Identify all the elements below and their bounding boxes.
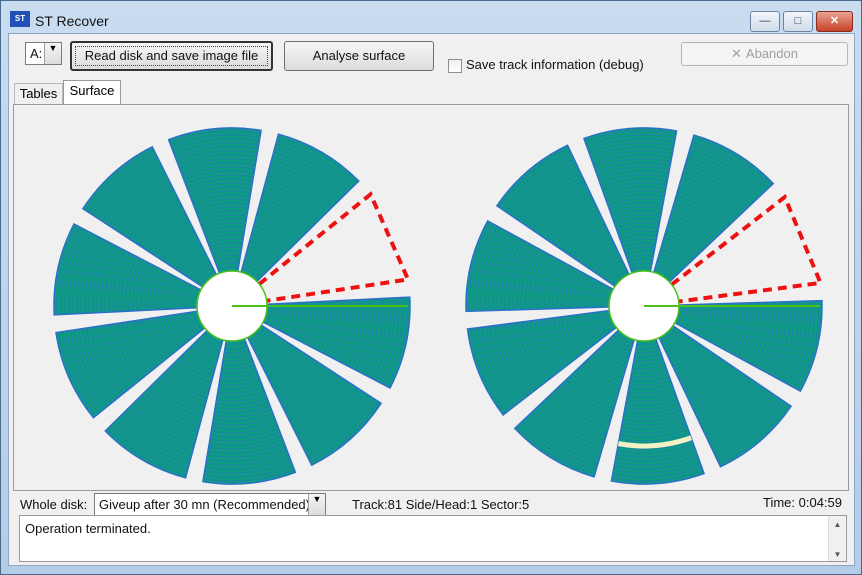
title-bar[interactable]: ST ST Recover — □ ✕ [1, 1, 861, 32]
save-track-label[interactable]: Save track information (debug) [466, 57, 644, 72]
window-title: ST Recover [35, 13, 109, 29]
app-icon: ST [10, 11, 30, 27]
track-info: Track:81 Side/Head:1 Sector:5 [352, 497, 530, 512]
chevron-down-icon[interactable]: ▼ [308, 494, 325, 515]
abandon-button-label: Abandon [745, 46, 798, 61]
analyse-surface-button[interactable]: Analyse surface [284, 41, 434, 71]
tab-surface[interactable]: Surface [63, 80, 121, 105]
app-window: ST ST Recover — □ ✕ A: ▼ Read disk and s… [0, 0, 862, 575]
read-disk-button[interactable]: Read disk and save image file [70, 41, 273, 71]
analyse-surface-button-label: Analyse surface [312, 48, 406, 63]
chevron-down-icon[interactable]: ▼ [44, 43, 61, 64]
client-area: A: ▼ Read disk and save image file Analy… [8, 33, 855, 566]
abandon-button[interactable]: ✕ Abandon [681, 42, 848, 66]
log-text: Operation terminated. [25, 521, 151, 536]
log-scrollbar[interactable]: ▲ ▼ [828, 516, 846, 561]
drive-select[interactable]: A: ▼ [25, 42, 62, 65]
elapsed-time: Time: 0:04:59 [763, 495, 843, 510]
giveup-value: Giveup after 30 mn (Recommended) [99, 497, 310, 512]
scroll-up-icon[interactable]: ▲ [829, 520, 846, 529]
focus-rect [75, 46, 268, 66]
whole-disk-label: Whole disk: [20, 497, 88, 512]
scroll-down-icon[interactable]: ▼ [829, 550, 846, 559]
surface-panel [13, 104, 849, 491]
maximize-button[interactable]: □ [783, 11, 813, 32]
drive-value: A: [30, 46, 43, 61]
giveup-select[interactable]: Giveup after 30 mn (Recommended) ▼ [94, 493, 326, 516]
tab-tables[interactable]: Tables [14, 83, 63, 104]
tab-tables-label: Tables [19, 86, 58, 101]
close-button[interactable]: ✕ [816, 11, 853, 32]
tab-surface-label: Surface [69, 83, 115, 98]
surface-canvas[interactable] [14, 105, 848, 490]
log-box[interactable]: Operation terminated. ▲ ▼ [19, 515, 847, 562]
save-track-checkbox[interactable] [448, 59, 462, 73]
abandon-icon: ✕ [731, 46, 742, 61]
minimize-button[interactable]: — [750, 11, 780, 32]
